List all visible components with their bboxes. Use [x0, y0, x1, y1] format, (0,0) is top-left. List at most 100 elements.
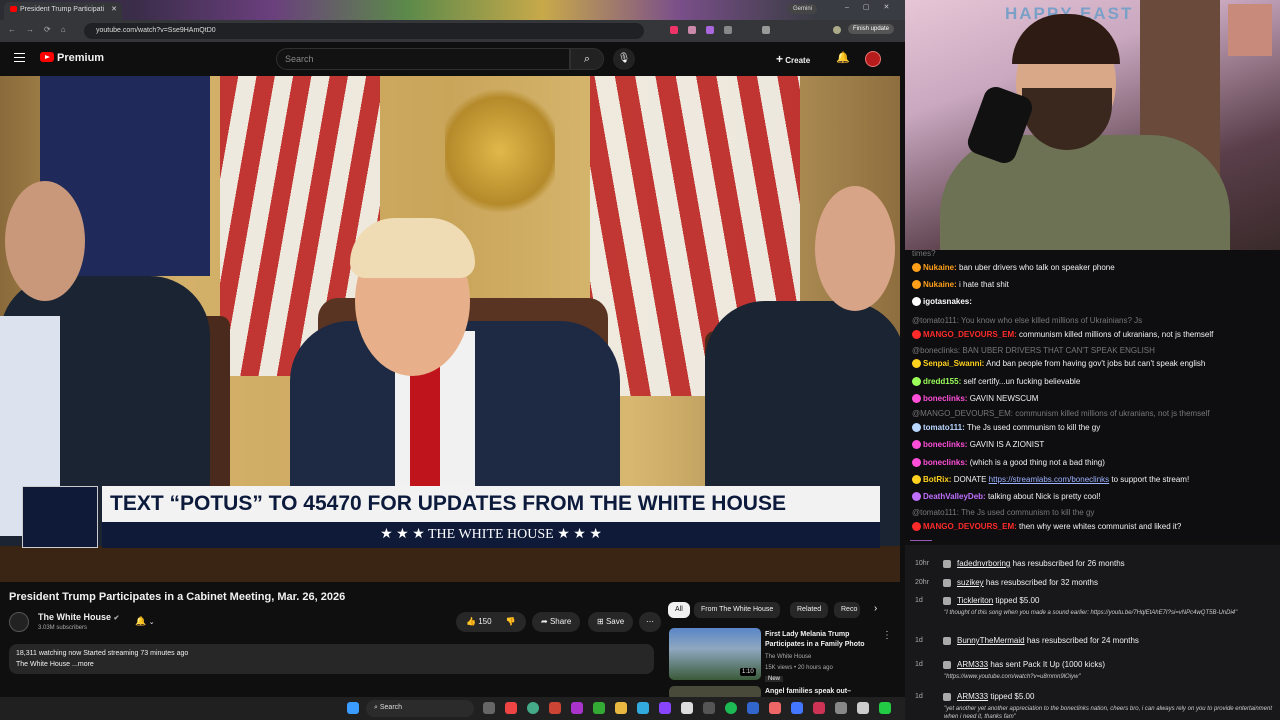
more-options-icon[interactable]: ⋮ — [882, 630, 892, 641]
app-icon[interactable] — [637, 702, 649, 714]
extension-icon[interactable] — [724, 26, 732, 34]
chat-username[interactable]: Senpai_Swanni: — [923, 359, 984, 368]
url-field[interactable]: youtube.com/watch?v=Sse9HAmQtD0 — [84, 23, 644, 39]
bell-icon: 🔔 — [135, 616, 147, 626]
chevron-right-icon[interactable]: › — [874, 603, 877, 614]
video-player[interactable]: TEXT “POTUS” TO 45470 FOR UPDATES FROM T… — [0, 76, 900, 582]
recommended-title-2[interactable]: Angel families speak out– — [765, 688, 851, 695]
recommended-title[interactable]: First Lady Melania Trump Participates in… — [765, 630, 877, 650]
event-time: 10hr — [915, 560, 930, 567]
chip-related[interactable]: Related — [790, 602, 829, 618]
extension-icon[interactable] — [688, 26, 696, 34]
windows-start-icon[interactable] — [347, 702, 359, 714]
taskbar-search[interactable]: ⌕ Search — [366, 700, 474, 717]
chat-text: GAVIN IS A ZIONIST — [969, 440, 1045, 449]
like-button[interactable]: 👍 150 👎 — [456, 612, 526, 632]
chat-text: ban uber drivers who talk on speaker pho… — [959, 263, 1115, 272]
app-icon[interactable] — [879, 702, 891, 714]
youtube-logo-icon[interactable] — [40, 52, 54, 62]
taskview-icon[interactable] — [483, 702, 495, 714]
save-button[interactable]: ⊞ Save — [588, 612, 634, 632]
event-detail: "https://www.youtube.com/watch?v=u8rnmn9… — [944, 674, 1081, 680]
channel-name[interactable]: The White House ✔ — [38, 612, 119, 622]
event-username[interactable]: fadednvrboring — [957, 559, 1010, 568]
folder-icon[interactable] — [615, 702, 627, 714]
app-icon[interactable] — [571, 702, 583, 714]
app-icon[interactable] — [857, 702, 869, 714]
more-actions-icon[interactable]: ⋯ — [639, 612, 661, 632]
chat-username[interactable]: DeathValleyDeb: — [923, 492, 986, 501]
nav-buttons[interactable]: ←→⟳⌂ — [8, 25, 76, 34]
chat-username[interactable]: boneclinks: — [923, 394, 967, 403]
notifications-bell-icon[interactable]: 🔔 — [836, 51, 850, 64]
chat-username[interactable]: dredd155: — [923, 377, 961, 386]
channel-avatar[interactable] — [9, 612, 29, 632]
description-more[interactable]: The White House ...more — [16, 659, 647, 670]
create-button[interactable]: + Create — [776, 50, 810, 68]
event-username[interactable]: BunnyTheMermaid — [957, 636, 1025, 645]
chat-username[interactable]: igotasnakes: — [923, 297, 972, 306]
event-username[interactable]: ARM333 — [957, 692, 988, 701]
lower-third-headline: TEXT “POTUS” TO 45470 FOR UPDATES FROM T… — [102, 486, 880, 522]
tab-youtube[interactable]: President Trump Participati ✕ — [4, 2, 122, 20]
profile-icon[interactable] — [833, 26, 841, 34]
spotify-icon[interactable] — [725, 702, 737, 714]
video-title: President Trump Participates in a Cabine… — [9, 591, 346, 603]
app-icon[interactable] — [549, 702, 561, 714]
app-icon[interactable] — [747, 702, 759, 714]
tab-close-icon[interactable]: ✕ — [111, 5, 117, 13]
chip-all[interactable]: All — [668, 602, 690, 618]
dislike-button[interactable]: 👎 — [506, 617, 516, 626]
avatar[interactable] — [865, 51, 881, 67]
user-badge-icon — [912, 522, 921, 532]
event-username[interactable]: suzikey — [957, 578, 984, 587]
chat-username[interactable]: BotRix: — [923, 475, 951, 484]
recommended-channel: The White House — [765, 654, 812, 660]
extension-icon[interactable] — [670, 26, 678, 34]
event-text: ARM333 has sent Pack It Up (1000 kicks) — [957, 660, 1105, 669]
user-badge-icon — [912, 263, 921, 273]
app-icon[interactable] — [505, 702, 517, 714]
app-icon[interactable] — [791, 702, 803, 714]
share-button[interactable]: ➦ Share — [532, 612, 581, 632]
event-icon — [943, 560, 951, 568]
chat-username[interactable]: tomato111: — [923, 423, 965, 432]
extension-icon[interactable] — [762, 26, 770, 34]
chat-username[interactable]: boneclinks: — [923, 458, 967, 467]
app-icon[interactable] — [703, 702, 715, 714]
chat-link[interactable]: https://streamlabs.com/boneclinks — [989, 475, 1110, 484]
event-description: has resubscribed for 26 months — [1012, 559, 1125, 568]
app-icon[interactable] — [835, 702, 847, 714]
chip-from-white-house[interactable]: From The White House — [694, 602, 781, 618]
chat-username[interactable]: MANGO_DEVOURS_EM: — [923, 330, 1017, 339]
user-badge-icon — [912, 297, 921, 307]
search-input[interactable]: Search — [276, 48, 570, 70]
chat-username[interactable]: Nukaine: — [923, 263, 957, 272]
app-icon[interactable] — [593, 702, 605, 714]
gemini-button[interactable]: Gemini — [788, 4, 818, 14]
app-icon[interactable] — [681, 702, 693, 714]
chat-reply-context: @tomato111: The Js used communism to kil… — [912, 507, 1272, 518]
extension-icon[interactable] — [706, 26, 714, 34]
person-right-head — [815, 186, 895, 311]
app-icon[interactable] — [659, 702, 671, 714]
finish-update-button[interactable]: Finish update — [848, 24, 895, 34]
subscription-bell-button[interactable]: 🔔 ⌄ — [130, 612, 168, 630]
logo-text[interactable]: Premium — [57, 52, 104, 64]
microphone-icon[interactable]: 🎙 — [613, 48, 635, 70]
chrome-icon[interactable] — [527, 702, 539, 714]
event-username[interactable]: ARM333 — [957, 660, 988, 669]
event-username[interactable]: Tickleriton — [957, 596, 993, 605]
chat-username[interactable]: MANGO_DEVOURS_EM: — [923, 522, 1017, 531]
window-controls[interactable]: –▢✕ — [845, 3, 903, 11]
chat-username[interactable]: Nukaine: — [923, 280, 957, 289]
app-icon[interactable] — [769, 702, 781, 714]
description-box[interactable]: 18,311 watching now Started streaming 73… — [9, 644, 654, 674]
activity-feed: 10hr fadednvrboring has resubscribed for … — [905, 545, 1280, 720]
lower-third-subline: ★ ★ ★ THE WHITE HOUSE ★ ★ ★ — [102, 522, 880, 548]
search-icon[interactable]: ⌕ — [570, 48, 604, 70]
app-icon[interactable] — [813, 702, 825, 714]
chip-recommended[interactable]: Reco — [834, 602, 860, 618]
menu-icon[interactable] — [14, 53, 25, 62]
chat-username[interactable]: boneclinks: — [923, 440, 967, 449]
